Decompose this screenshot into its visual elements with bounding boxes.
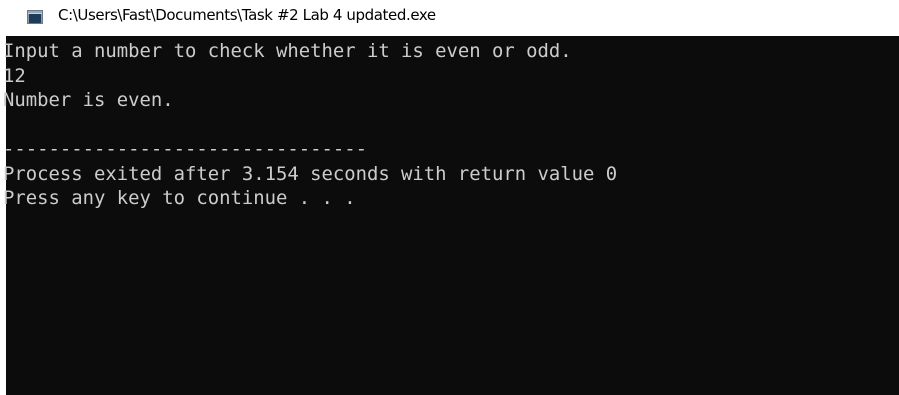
console-line-result: Number is even. — [3, 89, 174, 111]
console-line-continue-prompt: Press any key to continue . . . — [3, 187, 356, 209]
console-line-separator: -------------------------------- — [3, 138, 367, 160]
console-line-input: 12 — [3, 64, 26, 87]
console-window: C:\Users\Fast\Documents\Task #2 Lab 4 up… — [0, 0, 899, 395]
console-window-icon — [27, 10, 43, 24]
title-bar[interactable]: C:\Users\Fast\Documents\Task #2 Lab 4 up… — [0, 0, 899, 32]
console-line-prompt: Input a number to check whether it is ev… — [3, 40, 572, 62]
console-line-exit-status: Process exited after 3.154 seconds with … — [3, 162, 618, 185]
console-text: Input a number to check whether it is ev… — [3, 39, 617, 211]
console-line-blank — [3, 113, 617, 138]
window-title: C:\Users\Fast\Documents\Task #2 Lab 4 up… — [58, 6, 436, 24]
